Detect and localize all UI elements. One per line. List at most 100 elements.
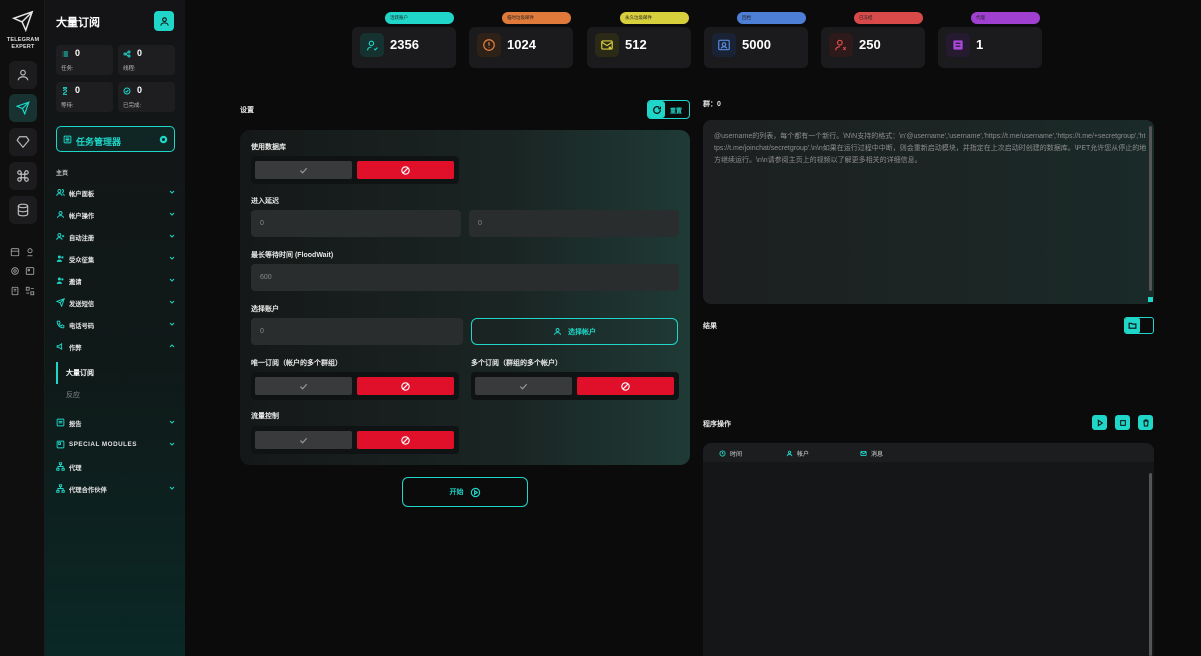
task-manager-label: 任务管理器 — [76, 137, 122, 147]
settings-icon[interactable] — [9, 265, 21, 277]
nav-auto-register[interactable]: 自动注册 — [56, 230, 176, 244]
join-delay-label: 进入延迟 — [251, 198, 279, 205]
use-db-toggle — [251, 156, 459, 184]
nav-account-ops[interactable]: 帐户操作 — [56, 208, 176, 222]
rail-send-button[interactable] — [9, 94, 37, 122]
chevron-down-icon — [169, 234, 175, 238]
network-icon — [56, 462, 65, 471]
single-sub-no-button[interactable] — [357, 377, 454, 395]
check-icon — [299, 167, 308, 174]
hourglass-icon — [62, 87, 68, 95]
chevron-down-icon — [169, 256, 175, 260]
subnav-reactions[interactable]: 反应 — [66, 390, 80, 400]
clock-icon — [719, 450, 726, 457]
log-col-account[interactable]: 帐户 — [786, 449, 809, 458]
task-manager-button[interactable]: 任务管理器 — [56, 126, 175, 152]
groups-label: 群：0 — [703, 101, 721, 108]
nav-audience[interactable]: 受众征集 — [56, 252, 176, 266]
single-sub-yes-button[interactable] — [255, 377, 352, 395]
group-list-textarea[interactable]: @username的列表，每个都有一个新行。\N\N支持的格式：\n'@user… — [703, 120, 1154, 304]
card-value: 2356 — [390, 37, 419, 52]
use-db-yes-button[interactable] — [255, 161, 352, 179]
stat-threads-value: 0 — [137, 48, 143, 58]
stat-waiting-label: 等待: — [61, 103, 74, 109]
flow-control-no-button[interactable] — [357, 431, 454, 449]
report-icon — [56, 418, 65, 427]
nav-reports-label: 报告 — [69, 421, 82, 428]
nav-special-modules[interactable]: SPECIAL MODULES — [56, 438, 176, 452]
calendar-icon[interactable] — [9, 246, 21, 258]
proxy-icon — [946, 33, 970, 57]
ban-icon — [621, 381, 630, 391]
log-col-account-label: 帐户 — [797, 452, 810, 458]
nav-proxy[interactable]: 代理 — [56, 460, 176, 474]
reset-label: 重置 — [670, 109, 683, 115]
rail-command-button[interactable] — [9, 162, 37, 190]
nav-phone-numbers[interactable]: 电话号码 — [56, 318, 176, 332]
start-button[interactable]: 开始 — [402, 477, 528, 507]
stat-waiting: 0 等待: — [56, 82, 113, 112]
user-icon — [57, 211, 64, 218]
rail-diamond-button[interactable] — [9, 128, 37, 156]
share-icon — [123, 50, 131, 58]
floodwait-input[interactable]: 600 — [251, 264, 679, 291]
profile-button[interactable] — [154, 11, 174, 31]
floodwait-label: 最长等待时间 (FloodWait) — [251, 252, 334, 259]
task-list-icon — [63, 135, 72, 144]
chevron-down-icon — [169, 442, 175, 446]
accounts-count-input[interactable]: 0 — [251, 318, 463, 345]
textarea-scrollbar[interactable] — [1149, 126, 1152, 291]
nav-cheat[interactable]: 作弊 — [56, 340, 176, 354]
rail-accounts-button[interactable] — [9, 61, 37, 89]
ban-icon — [401, 165, 410, 175]
card-frozen: 已冻结 250 — [821, 12, 925, 68]
nav-account-panel[interactable]: 帐户面板 — [56, 186, 176, 200]
user-pin-icon[interactable] — [24, 246, 36, 258]
log-col-message[interactable]: 消息 — [860, 449, 883, 458]
trash-icon — [1142, 419, 1149, 426]
reset-button[interactable]: 重置 — [647, 100, 690, 119]
results-folder-toggle[interactable] — [1124, 317, 1154, 334]
chevron-down-icon — [169, 486, 175, 490]
delay-max-input[interactable]: 0 — [469, 210, 679, 237]
nav-reports[interactable]: 报告 — [56, 416, 176, 430]
user-icon — [17, 69, 29, 81]
start-button-label: 开始 — [449, 489, 464, 496]
chevron-down-icon — [169, 278, 175, 282]
single-sub-label: 唯一订阅（帐户的多个群组） — [251, 360, 342, 367]
stop-button[interactable] — [1115, 415, 1130, 430]
grid-icon[interactable] — [24, 285, 36, 297]
user-icon — [554, 328, 561, 335]
megaphone-icon — [56, 343, 63, 350]
card-proxy: 代理 1 — [938, 12, 1042, 68]
app-logo[interactable]: TELEGRAM EXPERT — [6, 10, 40, 51]
subnav-mass-subscribe[interactable]: 大量订阅 — [66, 368, 94, 378]
log-scrollbar[interactable] — [1149, 473, 1152, 656]
rail-database-button[interactable] — [9, 196, 37, 224]
card-value: 512 — [625, 37, 647, 52]
play-button[interactable] — [1092, 415, 1107, 430]
nav-account-ops-label: 帐户操作 — [69, 213, 95, 220]
flow-control-yes-button[interactable] — [255, 431, 352, 449]
nav-send-sms[interactable]: 发送短信 — [56, 296, 176, 310]
resize-handle[interactable] — [1148, 297, 1153, 302]
nav-proxy-partner[interactable]: 代理合作伙伴 — [56, 482, 176, 496]
multi-sub-no-button[interactable] — [577, 377, 674, 395]
card-active-accounts: 活跃账户 2356 — [352, 12, 456, 68]
multi-sub-yes-button[interactable] — [475, 377, 572, 395]
log-col-time[interactable]: 时间 — [719, 449, 742, 458]
document-icon[interactable] — [9, 285, 21, 297]
play-icon — [1097, 418, 1103, 427]
nav-invite[interactable]: 邀请 — [56, 274, 176, 288]
card-tag: 回档 — [737, 12, 806, 24]
log-table: 时间 帐户 消息 — [703, 443, 1154, 656]
card-tag: 永久垃圾邮件 — [620, 12, 689, 24]
clear-log-button[interactable] — [1138, 415, 1153, 430]
select-accounts-button[interactable]: 选择帐户 — [471, 318, 678, 345]
check-icon — [519, 383, 528, 390]
log-col-message-label: 消息 — [871, 452, 884, 458]
use-db-no-button[interactable] — [357, 161, 454, 179]
image-icon[interactable] — [24, 265, 36, 277]
user-icon — [786, 450, 793, 457]
delay-min-input[interactable]: 0 — [251, 210, 461, 237]
